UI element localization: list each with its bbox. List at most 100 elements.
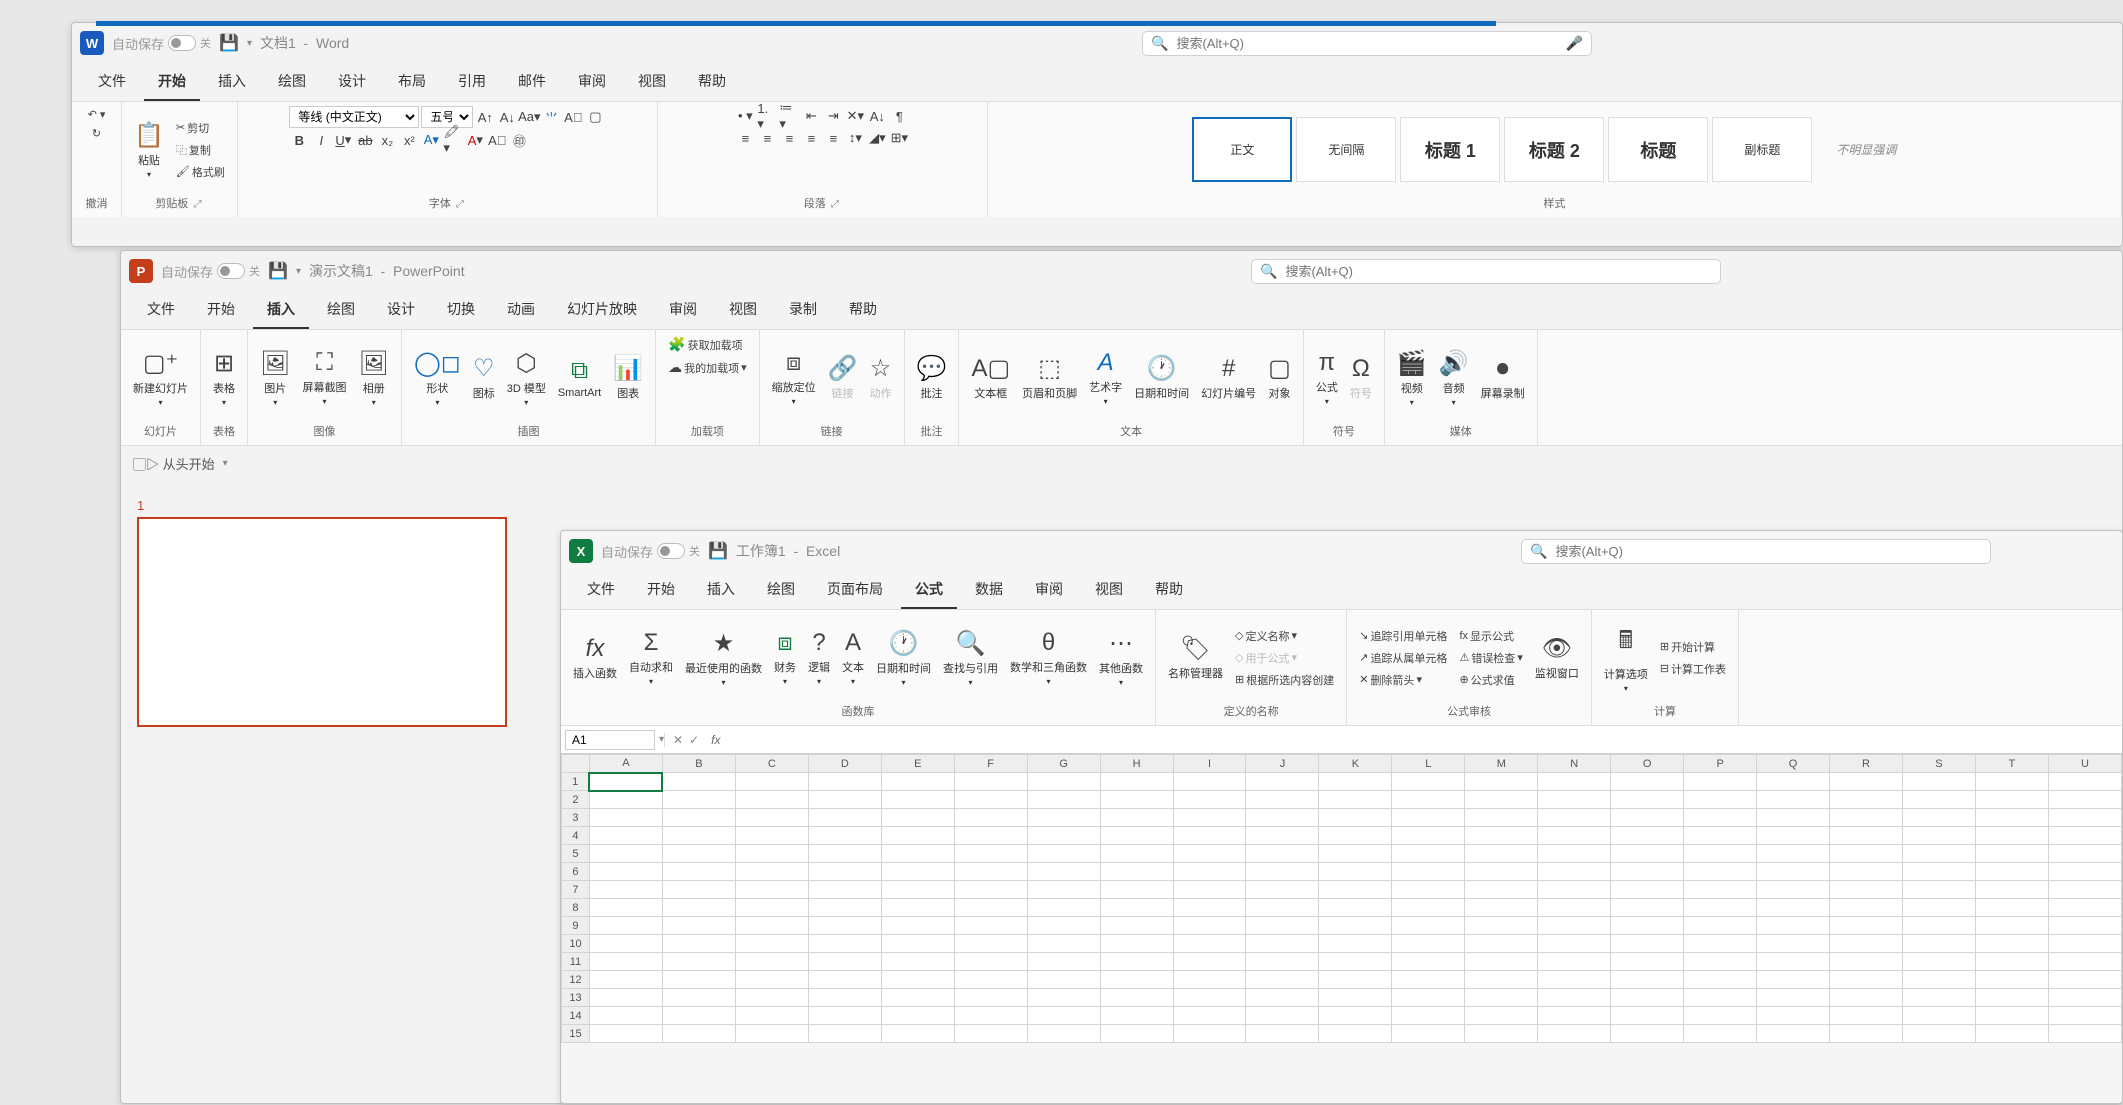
cell-A5[interactable] <box>589 845 662 863</box>
save-icon[interactable]: 💾 <box>219 33 239 53</box>
cell-N4[interactable] <box>1538 827 1611 845</box>
style-不明显强调[interactable]: 不明显强调 <box>1816 117 1916 182</box>
cell-T1[interactable] <box>1975 773 2048 791</box>
cell-S15[interactable] <box>1903 1025 1976 1043</box>
undo-button[interactable]: ↶ ▾ <box>84 106 110 123</box>
cell-L6[interactable] <box>1392 863 1465 881</box>
shading-button[interactable]: ◢▾ <box>867 128 887 148</box>
cell-M4[interactable] <box>1465 827 1538 845</box>
menu-视图[interactable]: 视图 <box>715 291 771 329</box>
cell-R4[interactable] <box>1830 827 1903 845</box>
cell-D11[interactable] <box>808 953 881 971</box>
cell-P8[interactable] <box>1684 899 1757 917</box>
cell-Q11[interactable] <box>1757 953 1830 971</box>
cell-S9[interactable] <box>1903 917 1976 935</box>
cell-R12[interactable] <box>1830 971 1903 989</box>
icons-button[interactable]: ♡图标 <box>469 352 499 403</box>
cell-E9[interactable] <box>881 917 954 935</box>
style-标题 1[interactable]: 标题 1 <box>1400 117 1500 182</box>
cell-O12[interactable] <box>1611 971 1684 989</box>
cell-D1[interactable] <box>808 773 881 791</box>
cell-J2[interactable] <box>1246 791 1319 809</box>
menu-切换[interactable]: 切换 <box>433 291 489 329</box>
cell-T15[interactable] <box>1975 1025 2048 1043</box>
textbox-button[interactable]: A▢文本框 <box>967 352 1014 403</box>
cell-K13[interactable] <box>1319 989 1392 1007</box>
cell-O15[interactable] <box>1611 1025 1684 1043</box>
cell-A7[interactable] <box>589 881 662 899</box>
cell-K4[interactable] <box>1319 827 1392 845</box>
cell-Q6[interactable] <box>1757 863 1830 881</box>
cell-H2[interactable] <box>1100 791 1173 809</box>
cell-M9[interactable] <box>1465 917 1538 935</box>
cell-F4[interactable] <box>954 827 1027 845</box>
cell-C12[interactable] <box>735 971 808 989</box>
3d-models-button[interactable]: ⬡3D 模型▾ <box>503 347 550 409</box>
cell-R2[interactable] <box>1830 791 1903 809</box>
col-header-U[interactable]: U <box>2048 755 2121 773</box>
cell-T5[interactable] <box>1975 845 2048 863</box>
pictures-button[interactable]: 🖼图片▾ <box>256 347 294 409</box>
cell-M10[interactable] <box>1465 935 1538 953</box>
cell-Q12[interactable] <box>1757 971 1830 989</box>
cell-Q9[interactable] <box>1757 917 1830 935</box>
cell-C3[interactable] <box>735 809 808 827</box>
col-header-K[interactable]: K <box>1319 755 1392 773</box>
remove-arrows-button[interactable]: ✕ 删除箭头 ▾ <box>1355 670 1426 690</box>
multilevel-button[interactable]: ≔ ▾ <box>779 106 799 126</box>
cell-P13[interactable] <box>1684 989 1757 1007</box>
cell-D6[interactable] <box>808 863 881 881</box>
cell-G13[interactable] <box>1027 989 1100 1007</box>
cell-E10[interactable] <box>881 935 954 953</box>
shrink-font-button[interactable]: A↓ <box>497 107 517 127</box>
col-header-L[interactable]: L <box>1392 755 1465 773</box>
highlight-button[interactable]: 🖍▾ <box>443 130 463 150</box>
get-addins-button[interactable]: 🧩 获取加载项 <box>664 334 746 355</box>
smartart-button[interactable]: ⧉SmartArt <box>554 355 605 401</box>
row-header-6[interactable]: 6 <box>562 863 590 881</box>
cell-F10[interactable] <box>954 935 1027 953</box>
cell-U1[interactable] <box>2048 773 2121 791</box>
cell-U5[interactable] <box>2048 845 2121 863</box>
cell-M6[interactable] <box>1465 863 1538 881</box>
cell-M8[interactable] <box>1465 899 1538 917</box>
cell-N7[interactable] <box>1538 881 1611 899</box>
cell-E11[interactable] <box>881 953 954 971</box>
mic-icon[interactable]: 🎤 <box>1566 35 1583 52</box>
cell-C5[interactable] <box>735 845 808 863</box>
clear-format-button[interactable]: A⃠ <box>563 107 583 127</box>
cell-F13[interactable] <box>954 989 1027 1007</box>
header-footer-button[interactable]: ⬚页眉和页脚 <box>1018 352 1081 403</box>
cell-U15[interactable] <box>2048 1025 2121 1043</box>
cell-F11[interactable] <box>954 953 1027 971</box>
cell-D13[interactable] <box>808 989 881 1007</box>
logical-button[interactable]: ?逻辑▾ <box>804 627 834 688</box>
cell-B5[interactable] <box>662 845 735 863</box>
cell-S7[interactable] <box>1903 881 1976 899</box>
font-color-button[interactable]: A▾ <box>465 130 485 150</box>
cell-K8[interactable] <box>1319 899 1392 917</box>
cell-U12[interactable] <box>2048 971 2121 989</box>
menu-录制[interactable]: 录制 <box>775 291 831 329</box>
cell-C8[interactable] <box>735 899 808 917</box>
cell-F9[interactable] <box>954 917 1027 935</box>
decrease-indent-button[interactable]: ⇤ <box>801 106 821 126</box>
superscript-button[interactable]: x² <box>399 130 419 150</box>
col-header-B[interactable]: B <box>662 755 735 773</box>
cell-B11[interactable] <box>662 953 735 971</box>
insert-fn-button[interactable]: fx插入函数 <box>569 633 621 683</box>
doc-title[interactable]: 演示文稿1 - PowerPoint <box>309 261 465 281</box>
cell-E12[interactable] <box>881 971 954 989</box>
menu-插入[interactable]: 插入 <box>693 571 749 609</box>
cell-F2[interactable] <box>954 791 1027 809</box>
cell-G5[interactable] <box>1027 845 1100 863</box>
cell-L10[interactable] <box>1392 935 1465 953</box>
cell-N5[interactable] <box>1538 845 1611 863</box>
cell-B6[interactable] <box>662 863 735 881</box>
ppt-autosave-toggle[interactable]: 自动保存 关 <box>161 262 260 281</box>
video-button[interactable]: 🎬视频▾ <box>1393 347 1431 409</box>
change-case-button[interactable]: Aa▾ <box>519 107 539 127</box>
cell-S10[interactable] <box>1903 935 1976 953</box>
cell-O14[interactable] <box>1611 1007 1684 1025</box>
cell-J10[interactable] <box>1246 935 1319 953</box>
